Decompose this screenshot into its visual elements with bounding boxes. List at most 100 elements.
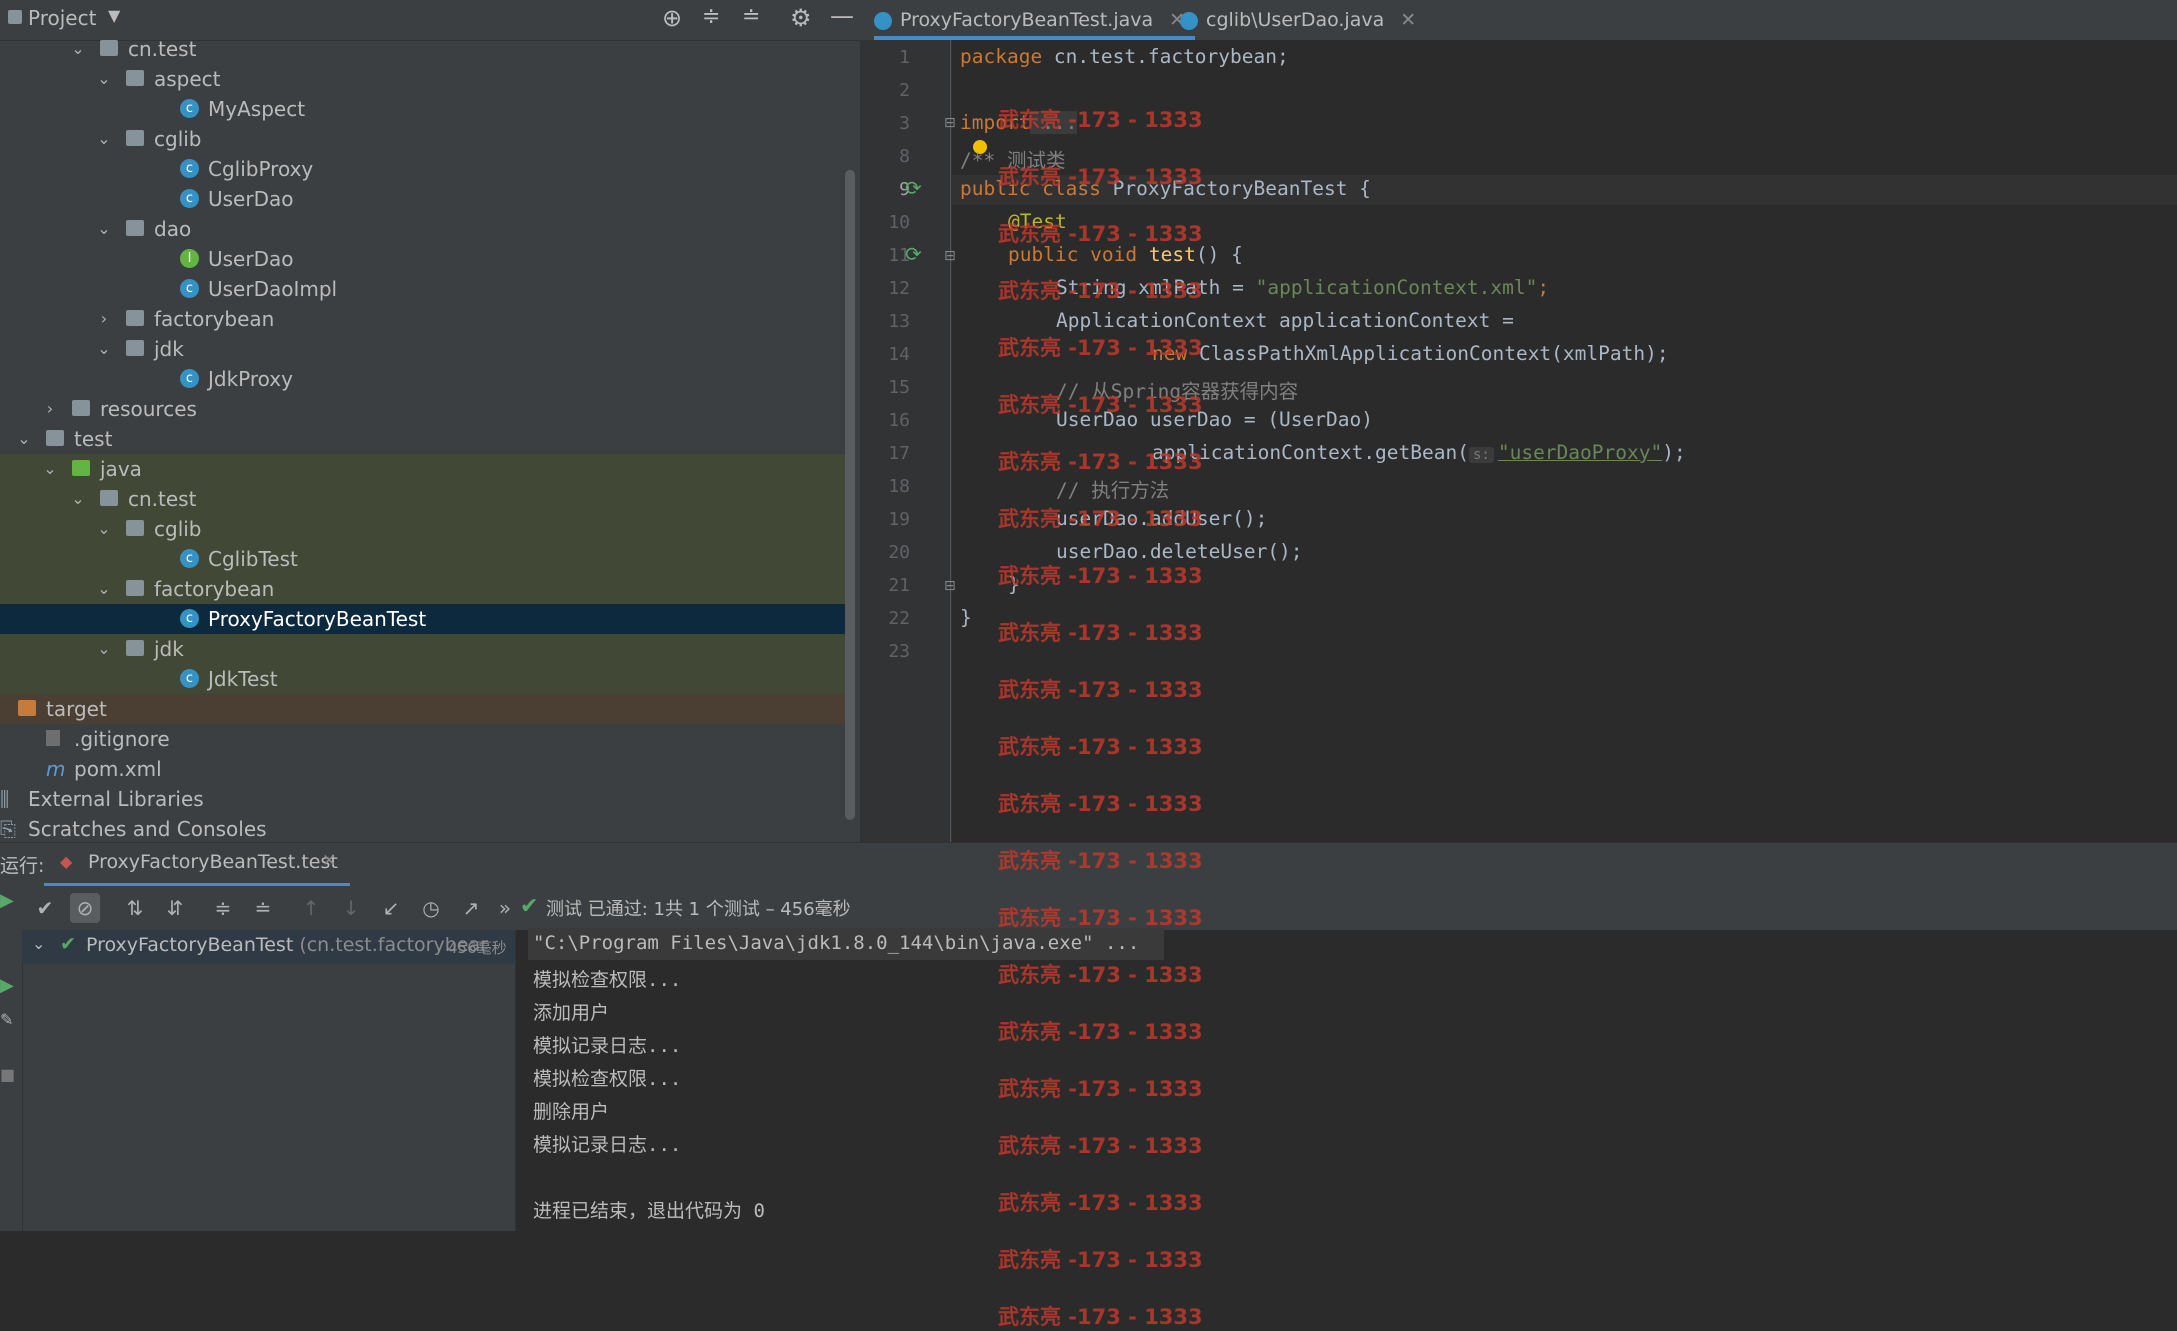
chevron-down-icon[interactable]: ⌄ <box>68 484 88 514</box>
chevron-down-icon[interactable]: ⌄ <box>94 514 114 544</box>
string-literal[interactable]: "userDaoProxy" <box>1498 441 1662 464</box>
tree-item[interactable]: ⌄ dao <box>0 214 845 244</box>
stop-icon[interactable]: ■ <box>0 1065 15 1084</box>
watermark-stamp: 武东亮 -173 - 1333 <box>998 507 1203 531</box>
expand-all-icon[interactable]: ≑ <box>208 893 238 923</box>
tree-item[interactable]: ⌄ cglib <box>0 514 845 544</box>
tree-item[interactable]: ⌄ cn.test <box>0 484 845 514</box>
gear-icon[interactable]: ⚙ <box>790 4 812 32</box>
tree-item[interactable]: ⌄ aspect <box>0 64 845 94</box>
line-number: 10 <box>888 212 910 233</box>
class-icon: c <box>180 549 199 568</box>
tree-item[interactable]: m pom.xml <box>0 754 845 784</box>
run-icon[interactable]: ▶ <box>0 975 14 996</box>
tree-item[interactable]: ⎘ Scratches and Consoles <box>0 814 845 844</box>
folder-icon <box>126 310 144 326</box>
tree-item[interactable]: c CglibProxy <box>0 154 845 184</box>
rerun-icon[interactable]: ▶ <box>0 890 14 911</box>
chevron-right-icon[interactable]: › <box>94 304 114 334</box>
chevron-down-icon[interactable]: ⌄ <box>94 574 114 604</box>
chevron-down-icon[interactable]: ⌄ <box>40 454 60 484</box>
fold-icon[interactable]: ⊟ <box>944 248 956 264</box>
tree-item-label: target <box>46 697 107 721</box>
folder-icon <box>126 130 144 146</box>
tree-item[interactable]: I UserDao <box>0 244 845 274</box>
tab-proxyfactorybeantest[interactable]: ProxyFactoryBeanTest.java ✕ <box>874 0 1196 40</box>
watermark-stamp: 武东亮 -173 - 1333 <box>998 1020 1203 1044</box>
tree-item[interactable]: ⌄ jdk <box>0 634 845 664</box>
tree-item[interactable]: c JdkProxy <box>0 364 845 394</box>
wrench-icon[interactable]: ✎ <box>0 1010 13 1029</box>
close-icon[interactable]: ✕ <box>1400 9 1416 31</box>
chevron-down-icon[interactable]: ⌄ <box>94 124 114 154</box>
sort-duration-icon[interactable]: ⇵ <box>160 893 190 923</box>
tree-item[interactable]: ⌄ java <box>0 454 845 484</box>
tree-item[interactable]: › resources <box>0 394 845 424</box>
run-test-icon[interactable]: ⟳ <box>905 176 922 200</box>
export-icon[interactable]: ↗ <box>456 893 486 923</box>
history-icon[interactable]: ◷ <box>416 893 446 923</box>
project-title[interactable]: Project <box>28 6 96 30</box>
tree-item[interactable]: c UserDao <box>0 184 845 214</box>
locate-icon[interactable]: ⊕ <box>662 4 682 32</box>
collapse-all-icon[interactable]: ≐ <box>248 893 278 923</box>
chevron-down-icon[interactable]: ⌄ <box>94 214 114 244</box>
tree-item[interactable]: c JdkTest <box>0 664 845 694</box>
chevron-down-icon[interactable]: ▼ <box>108 6 120 25</box>
watermark-stamp: 武东亮 -173 - 1333 <box>998 735 1203 759</box>
more-icon[interactable]: » <box>490 893 520 923</box>
run-test-icon[interactable]: ⟳ <box>905 242 922 266</box>
tree-item-label: cn.test <box>128 487 197 511</box>
tree-item[interactable]: c UserDaoImpl <box>0 274 845 304</box>
tree-item[interactable]: › factorybean <box>0 304 845 334</box>
minimize-icon[interactable]: — <box>830 2 854 30</box>
arrow-up-icon[interactable]: ↑ <box>296 893 326 923</box>
tree-item[interactable]: › target <box>0 694 845 724</box>
tree-item[interactable]: ⌄ cn.test <box>0 34 845 64</box>
show-passed-icon[interactable]: ✔ <box>30 893 60 923</box>
tree-item[interactable]: ⌄ jdk <box>0 334 845 364</box>
chevron-right-icon[interactable]: › <box>40 394 60 424</box>
tab-label: ProxyFactoryBeanTest.java <box>900 9 1154 31</box>
tree-item[interactable]: c CglibTest <box>0 544 845 574</box>
fold-icon[interactable]: ⊟ <box>944 578 956 594</box>
close-icon[interactable]: ✕ <box>322 851 336 871</box>
chevron-down-icon[interactable]: ⌄ <box>14 424 34 454</box>
tab-cglib-userdao[interactable]: cglib\UserDao.java ✕ <box>1180 0 1416 40</box>
expand-all-icon[interactable]: ≑ <box>702 4 720 29</box>
console-line: 模拟记录日志... <box>533 1134 682 1156</box>
tab-run-test[interactable]: ◆ ProxyFactoryBeanTest.test ✕ <box>44 843 350 887</box>
tree-item[interactable]: c MyAspect <box>0 94 845 124</box>
chevron-right-icon[interactable]: › <box>0 694 6 724</box>
watermark-stamp: 武东亮 -173 - 1333 <box>998 1248 1203 1272</box>
project-scrollbar[interactable] <box>845 170 855 820</box>
tree-item[interactable]: .gitignore <box>0 724 845 754</box>
class-icon: c <box>180 609 199 628</box>
tree-item[interactable]: ⌄ cglib <box>0 124 845 154</box>
console-output[interactable] <box>515 930 2177 1231</box>
sort-alpha-icon[interactable]: ⇅ <box>120 893 150 923</box>
chevron-down-icon[interactable]: ⌄ <box>94 634 114 664</box>
console-line: 模拟检查权限... <box>533 1068 682 1090</box>
chevron-down-icon[interactable]: ⌄ <box>32 934 45 953</box>
chevron-down-icon[interactable]: ⌄ <box>94 64 114 94</box>
tree-item[interactable]: ›⫼External Libraries <box>0 784 845 814</box>
folder-icon <box>46 430 64 446</box>
import-icon[interactable]: ↙ <box>376 893 406 923</box>
show-ignored-icon[interactable]: ⊘ <box>70 893 100 923</box>
test-tree-row[interactable]: ⌄ ✔ ProxyFactoryBeanTest (cn.test.factor… <box>22 930 515 964</box>
string-literal: "applicationContext.xml" <box>1255 276 1538 299</box>
tree-item[interactable]: c ProxyFactoryBeanTest <box>0 604 845 634</box>
watermark-stamp: 武东亮 -173 - 1333 <box>998 792 1203 816</box>
line-number: 3 <box>899 113 910 134</box>
tree-item[interactable]: ⌄ factorybean <box>0 574 845 604</box>
collapse-all-icon[interactable]: ≐ <box>742 4 760 29</box>
tree-item-label: pom.xml <box>74 757 162 781</box>
code-text: ; <box>1537 276 1550 299</box>
arrow-down-icon[interactable]: ↓ <box>336 893 366 923</box>
tree-item[interactable]: ⌄ test <box>0 424 845 454</box>
folder-icon <box>100 490 118 506</box>
fold-icon[interactable]: ⊟ <box>944 115 956 131</box>
chevron-down-icon[interactable]: ⌄ <box>68 34 88 64</box>
chevron-down-icon[interactable]: ⌄ <box>94 334 114 364</box>
